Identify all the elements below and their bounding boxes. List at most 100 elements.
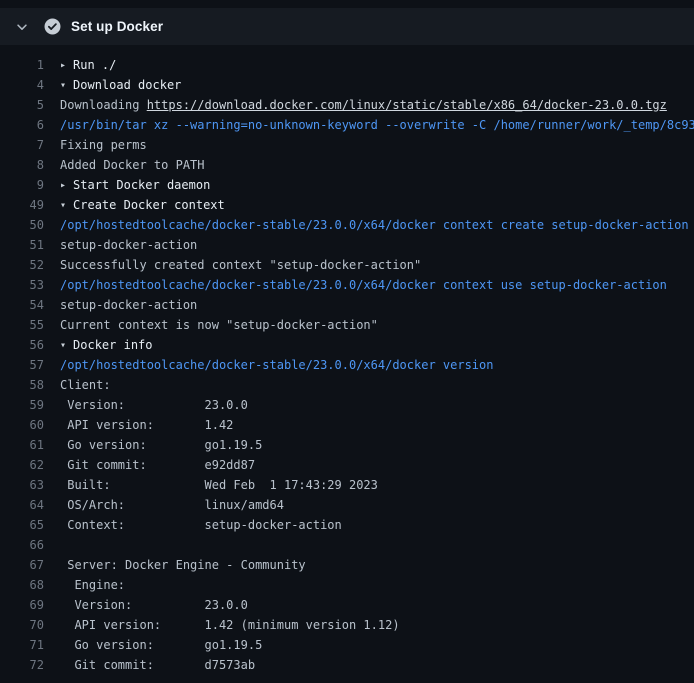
log-text-segment: Current context is now "setup-docker-act… (60, 318, 378, 332)
line-number[interactable]: 8 (0, 155, 44, 175)
log-group-title[interactable]: ▸ Start Docker daemon (60, 175, 210, 195)
log-text-segment: Docker info (73, 338, 152, 352)
log-command-text: /usr/bin/tar xz --warning=no-unknown-key… (60, 118, 694, 132)
log-text: /opt/hostedtoolcache/docker-stable/23.0.… (60, 355, 493, 375)
log-text: Engine: (60, 575, 125, 595)
line-number[interactable]: 65 (0, 515, 44, 535)
log-line: 66 (0, 535, 694, 555)
line-number[interactable]: 71 (0, 635, 44, 655)
log-group-title[interactable]: ▾ Create Docker context (60, 195, 225, 215)
log-text-segment: OS/Arch: linux/amd64 (60, 498, 284, 512)
triangle-down-icon[interactable]: ▾ (60, 196, 66, 215)
line-number[interactable]: 4 (0, 75, 44, 95)
log-line: 63 Built: Wed Feb 1 17:43:29 2023 (0, 475, 694, 495)
step-title: Set up Docker (71, 19, 163, 34)
log-text-segment: setup-docker-action (60, 298, 197, 312)
log-group-title[interactable]: ▸Run ./ (60, 55, 116, 75)
log-text-segment: Start Docker daemon (73, 178, 210, 192)
line-number[interactable]: 70 (0, 615, 44, 635)
log-text: /opt/hostedtoolcache/docker-stable/23.0.… (60, 215, 689, 235)
line-number[interactable]: 72 (0, 655, 44, 675)
line-number[interactable]: 52 (0, 255, 44, 275)
log-line: 50/opt/hostedtoolcache/docker-stable/23.… (0, 215, 694, 235)
chevron-down-icon[interactable] (14, 19, 30, 35)
log-group-title[interactable]: ▾Download docker (60, 75, 181, 95)
log-text-segment: Downloading (60, 98, 147, 112)
log-line: 9 ▸ Start Docker daemon (0, 175, 694, 195)
log-command-text: /opt/hostedtoolcache/docker-stable/23.0.… (60, 358, 493, 372)
log-text: setup-docker-action (60, 235, 197, 255)
line-number[interactable]: 62 (0, 455, 44, 475)
line-number[interactable]: 60 (0, 415, 44, 435)
line-number[interactable]: 6 (0, 115, 44, 135)
log-line: 68 Engine: (0, 575, 694, 595)
log-line: 72 Git commit: d7573ab (0, 655, 694, 675)
line-number[interactable]: 69 (0, 595, 44, 615)
log-line: 59 Version: 23.0.0 (0, 395, 694, 415)
log-area: 1 ▸Run ./ 4 ▾Download docker 5 Downloading ht… (0, 45, 694, 675)
log-text: Built: Wed Feb 1 17:43:29 2023 (60, 475, 378, 495)
log-line: 51 setup-docker-action (0, 235, 694, 255)
log-text: Git commit: d7573ab (60, 655, 255, 675)
log-text-segment: API version: 1.42 (minimum version 1.12) (60, 618, 400, 632)
line-number[interactable]: 66 (0, 535, 44, 555)
log-text-segment: setup-docker-action (60, 238, 197, 252)
triangle-right-icon[interactable]: ▸ (60, 56, 66, 75)
log-text: API version: 1.42 (60, 415, 233, 435)
line-number[interactable]: 68 (0, 575, 44, 595)
line-number[interactable]: 59 (0, 395, 44, 415)
log-text: Fixing perms (60, 135, 147, 155)
log-text: Added Docker to PATH (60, 155, 205, 175)
log-text-segment: Go version: go1.19.5 (60, 638, 262, 652)
log-text: Go version: go1.19.5 (60, 635, 262, 655)
line-number[interactable]: 57 (0, 355, 44, 375)
line-number[interactable]: 53 (0, 275, 44, 295)
line-number[interactable]: 61 (0, 435, 44, 455)
log-line: 6/usr/bin/tar xz --warning=no-unknown-ke… (0, 115, 694, 135)
triangle-down-icon[interactable]: ▾ (60, 336, 66, 355)
line-number[interactable]: 1 (0, 55, 44, 75)
log-text: OS/Arch: linux/amd64 (60, 495, 284, 515)
log-text: Successfully created context "setup-dock… (60, 255, 421, 275)
log-line: 55 Current context is now "setup-docker-a… (0, 315, 694, 335)
line-number[interactable]: 64 (0, 495, 44, 515)
log-text: setup-docker-action (60, 295, 197, 315)
log-text: API version: 1.42 (minimum version 1.12) (60, 615, 400, 635)
log-text: Version: 23.0.0 (60, 595, 248, 615)
log-line: 62 Git commit: e92dd87 (0, 455, 694, 475)
line-number[interactable]: 9 (0, 175, 44, 195)
log-line: 60 API version: 1.42 (0, 415, 694, 435)
line-number[interactable]: 49 (0, 195, 44, 215)
triangle-down-icon[interactable]: ▾ (60, 76, 66, 95)
line-number[interactable]: 51 (0, 235, 44, 255)
step-header[interactable]: Set up Docker (0, 8, 694, 45)
log-line: 69 Version: 23.0.0 (0, 595, 694, 615)
triangle-right-icon[interactable]: ▸ (60, 176, 66, 195)
line-number[interactable]: 67 (0, 555, 44, 575)
log-text: Current context is now "setup-docker-act… (60, 315, 378, 335)
log-text: Go version: go1.19.5 (60, 435, 262, 455)
log-line: 65 Context: setup-docker-action (0, 515, 694, 535)
line-number[interactable]: 50 (0, 215, 44, 235)
line-number[interactable]: 58 (0, 375, 44, 395)
log-line: 57/opt/hostedtoolcache/docker-stable/23.… (0, 355, 694, 375)
line-number[interactable]: 63 (0, 475, 44, 495)
actions-log-page: Set up Docker 1 ▸Run ./ 4 ▾Download docker 5… (0, 8, 694, 683)
line-number[interactable]: 7 (0, 135, 44, 155)
line-number[interactable]: 55 (0, 315, 44, 335)
log-text-segment: Create Docker context (73, 198, 225, 212)
check-circle-icon (44, 18, 61, 35)
line-number[interactable]: 5 (0, 95, 44, 115)
log-text-segment: Git commit: d7573ab (60, 658, 255, 672)
log-group-title[interactable]: ▾ Docker info (60, 335, 153, 355)
log-line: 64 OS/Arch: linux/amd64 (0, 495, 694, 515)
line-number[interactable]: 56 (0, 335, 44, 355)
log-text-segment: Fixing perms (60, 138, 147, 152)
log-command-text: /opt/hostedtoolcache/docker-stable/23.0.… (60, 278, 667, 292)
log-line: 53/opt/hostedtoolcache/docker-stable/23.… (0, 275, 694, 295)
log-line: 8 Added Docker to PATH (0, 155, 694, 175)
log-text: Version: 23.0.0 (60, 395, 248, 415)
log-link[interactable]: https://download.docker.com/linux/static… (147, 98, 667, 112)
log-line: 70 API version: 1.42 (minimum version 1.… (0, 615, 694, 635)
line-number[interactable]: 54 (0, 295, 44, 315)
